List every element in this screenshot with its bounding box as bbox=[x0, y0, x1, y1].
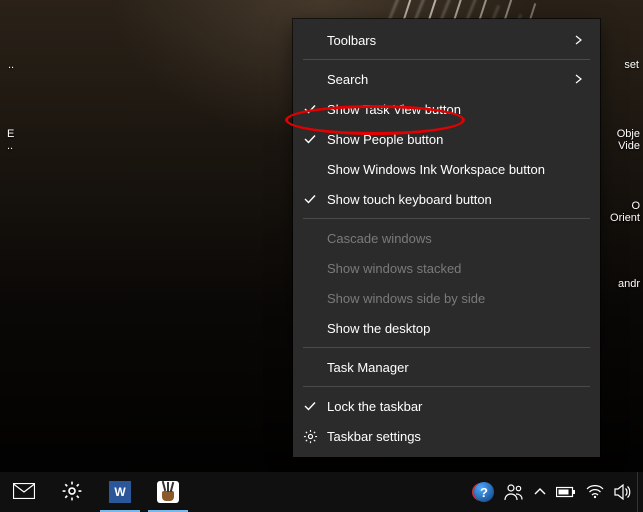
menu-label: Show Task View button bbox=[327, 102, 572, 117]
menu-separator bbox=[303, 218, 590, 219]
menu-label: Show windows stacked bbox=[327, 261, 572, 276]
word-letter: W bbox=[114, 485, 125, 499]
word-icon: W bbox=[109, 481, 131, 503]
taskbar-app-settings[interactable] bbox=[48, 472, 96, 512]
paint-icon bbox=[157, 481, 179, 503]
menu-separator bbox=[303, 347, 590, 348]
help-icon: ? bbox=[474, 482, 494, 502]
taskbar-app-mail[interactable] bbox=[0, 472, 48, 512]
menu-item-show-task-view[interactable]: Show Task View button bbox=[293, 94, 600, 124]
tray-battery[interactable] bbox=[551, 472, 581, 512]
menu-item-taskbar-settings[interactable]: Taskbar settings bbox=[293, 421, 600, 451]
taskbar-left: W bbox=[0, 472, 192, 512]
menu-item-lock-the-taskbar[interactable]: Lock the taskbar bbox=[293, 391, 600, 421]
tray-volume[interactable] bbox=[609, 472, 637, 512]
taskbar-app-paint[interactable] bbox=[144, 472, 192, 512]
check-icon bbox=[293, 132, 327, 146]
menu-item-show-touch-keyboard[interactable]: Show touch keyboard button bbox=[293, 184, 600, 214]
desktop-label: Obje Vide bbox=[617, 128, 640, 152]
menu-label: Show touch keyboard button bbox=[327, 192, 572, 207]
menu-item-cascade-windows: Cascade windows bbox=[293, 223, 600, 253]
menu-separator bbox=[303, 386, 590, 387]
desktop-label: O Orient bbox=[610, 200, 640, 224]
check-icon bbox=[293, 192, 327, 206]
tray-show-hidden-icons[interactable] bbox=[529, 472, 551, 512]
menu-item-task-manager[interactable]: Task Manager bbox=[293, 352, 600, 382]
chevron-right-icon bbox=[572, 35, 586, 45]
gear-icon bbox=[293, 429, 327, 444]
volume-icon bbox=[614, 484, 632, 500]
chevron-right-icon bbox=[572, 74, 586, 84]
check-icon bbox=[293, 399, 327, 413]
tray-get-help[interactable]: ? bbox=[469, 472, 499, 512]
menu-label: Cascade windows bbox=[327, 231, 572, 246]
desktop-label: .. bbox=[8, 59, 14, 71]
mail-icon bbox=[13, 483, 35, 502]
gear-icon bbox=[62, 481, 82, 504]
desktop-label: E .. bbox=[7, 128, 14, 152]
battery-icon bbox=[556, 486, 576, 498]
people-icon bbox=[504, 483, 524, 501]
menu-label: Toolbars bbox=[327, 33, 572, 48]
menu-item-show-ink-workspace[interactable]: Show Windows Ink Workspace button bbox=[293, 154, 600, 184]
menu-separator bbox=[303, 59, 590, 60]
menu-item-show-windows-side-by-side: Show windows side by side bbox=[293, 283, 600, 313]
menu-item-show-the-desktop[interactable]: Show the desktop bbox=[293, 313, 600, 343]
wifi-icon bbox=[586, 485, 604, 499]
tray-people[interactable] bbox=[499, 472, 529, 512]
taskbar-app-word[interactable]: W bbox=[96, 472, 144, 512]
check-icon bbox=[293, 102, 327, 116]
menu-item-show-windows-stacked: Show windows stacked bbox=[293, 253, 600, 283]
tray-network[interactable] bbox=[581, 472, 609, 512]
menu-item-search[interactable]: Search bbox=[293, 64, 600, 94]
menu-label: Show windows side by side bbox=[327, 291, 572, 306]
menu-item-toolbars[interactable]: Toolbars bbox=[293, 25, 600, 55]
menu-label: Show People button bbox=[327, 132, 572, 147]
menu-label: Search bbox=[327, 72, 572, 87]
menu-item-show-people[interactable]: Show People button bbox=[293, 124, 600, 154]
taskbar-context-menu: Toolbars Search Show Task View button Sh… bbox=[293, 19, 600, 457]
menu-label: Taskbar settings bbox=[327, 429, 572, 444]
desktop-label: set bbox=[624, 59, 639, 71]
show-desktop-button[interactable] bbox=[637, 472, 643, 512]
taskbar-right: ? bbox=[469, 472, 643, 512]
chevron-up-icon bbox=[534, 488, 546, 496]
taskbar: W ? bbox=[0, 472, 643, 512]
menu-label: Task Manager bbox=[327, 360, 572, 375]
menu-label: Show Windows Ink Workspace button bbox=[327, 162, 572, 177]
menu-label: Lock the taskbar bbox=[327, 399, 572, 414]
desktop-label: andr bbox=[618, 278, 640, 290]
menu-label: Show the desktop bbox=[327, 321, 572, 336]
